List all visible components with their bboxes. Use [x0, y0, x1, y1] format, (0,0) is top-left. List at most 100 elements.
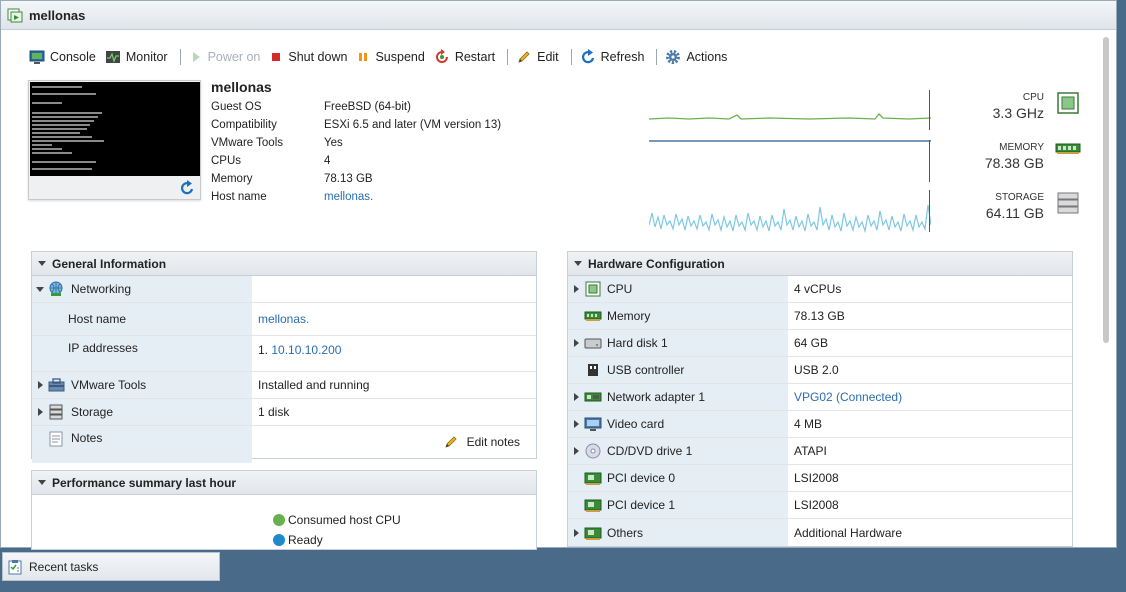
thumbnail-refresh-icon[interactable] [179, 180, 195, 196]
hw-row-video-card[interactable]: Video card 4 MB [568, 411, 1072, 438]
hw-row-cd-dvd-drive[interactable]: CD/DVD drive 1 ATAPI [568, 438, 1072, 465]
prop-vmware-tools: VMware Tools Yes [211, 137, 343, 149]
pause-icon [359, 53, 368, 61]
storage-sparkline [649, 204, 931, 233]
expand-icon[interactable] [37, 381, 43, 389]
pci-card-icon [584, 472, 602, 485]
notes-row: Notes Edit notes [32, 426, 536, 463]
hw-row-network-adapter[interactable]: Network adapter 1 VPG02 (Connected) [568, 384, 1072, 411]
network-adapter-icon [584, 392, 602, 402]
performance-summary-header[interactable]: Performance summary last hour [32, 471, 536, 495]
host-name-row: Host name mellonas. [32, 303, 536, 336]
scrollbar-thumb[interactable] [1103, 37, 1109, 343]
restart-icon [435, 49, 448, 63]
collapse-icon [38, 480, 46, 485]
pencil-icon [518, 51, 530, 63]
refresh-button[interactable]: Refresh [578, 45, 652, 69]
vm-name: mellonas [211, 79, 272, 95]
memory-module-icon [1055, 143, 1081, 154]
expand-icon[interactable] [573, 528, 579, 537]
legend-ready: Ready [273, 533, 323, 547]
network-globe-icon [49, 281, 63, 296]
storage-metric: STORAGE 64.11 GB [985, 192, 1044, 221]
power-on-button[interactable]: Power on [187, 45, 268, 69]
toolbox-icon [48, 378, 65, 392]
expand-icon[interactable] [573, 393, 579, 401]
cd-dvd-icon [585, 443, 601, 459]
prop-host-name: Host name mellonas. [211, 191, 374, 203]
hardware-configuration-header[interactable]: Hardware Configuration [568, 252, 1072, 276]
expand-icon[interactable] [573, 420, 579, 428]
memory-icon [584, 311, 602, 321]
vm-window: mellonas Console Monitor Power on Shut d… [0, 0, 1117, 550]
collapse-icon [38, 261, 46, 266]
cpu-sparkline [649, 113, 931, 120]
collapse-icon [574, 261, 582, 266]
ip-addresses-row: IP addresses 1. 10.10.10.200 [32, 336, 536, 372]
general-information-panel: General Information Networking Host name… [31, 251, 537, 463]
monitor-icon [105, 51, 120, 64]
restart-button[interactable]: Restart [432, 45, 502, 69]
hardware-configuration-panel: Hardware Configuration CPU 4 vCPUs Memor… [567, 251, 1073, 547]
networking-row[interactable]: Networking [32, 276, 536, 303]
scrollbar[interactable] [1102, 33, 1110, 545]
toolbar-separator [507, 49, 509, 65]
cpu-spark-axis [929, 90, 930, 130]
others-icon [584, 527, 602, 540]
expand-icon[interactable] [37, 408, 43, 416]
hw-row-cpu[interactable]: CPU 4 vCPUs [568, 276, 1072, 303]
toolbar-separator [570, 49, 572, 65]
hw-row-hard-disk[interactable]: Hard disk 1 64 GB [568, 330, 1072, 357]
prop-cpus: CPUs 4 [211, 155, 331, 167]
recent-tasks-tab[interactable]: Recent tasks [2, 552, 220, 581]
console-thumbnail[interactable] [28, 80, 201, 200]
performance-summary-panel: Performance summary last hour Consumed h… [31, 470, 537, 550]
expand-icon[interactable] [573, 447, 579, 455]
prop-compatibility: Compatibility ESXi 6.5 and later (VM ver… [211, 119, 502, 131]
console-screen[interactable] [30, 82, 200, 176]
memory-sparkline [649, 140, 931, 142]
expand-icon[interactable] [573, 339, 579, 347]
window-title: mellonas [29, 7, 86, 23]
prop-guest-os: Guest OS FreeBSD (64-bit) [211, 101, 411, 113]
vm-properties: Guest OS FreeBSD (64-bit) Compatibility … [211, 98, 501, 206]
pci-card-icon [584, 499, 602, 512]
vm-icon [7, 8, 23, 23]
expand-icon[interactable] [573, 285, 579, 293]
hw-row-others[interactable]: Others Additional Hardware [568, 519, 1072, 546]
legend-dot-green [273, 514, 285, 526]
ip-address-link[interactable]: 10.10.10.200 [271, 343, 341, 357]
suspend-button[interactable]: Suspend [354, 45, 431, 69]
hw-row-pci-device-1[interactable]: PCI device 1 LSI2008 [568, 492, 1072, 519]
memory-metric: MEMORY 78.38 GB [984, 142, 1044, 171]
tasks-clipboard-icon [8, 559, 22, 574]
gear-icon [666, 50, 681, 64]
edit-notes-button[interactable]: Edit notes [443, 434, 520, 450]
pencil-icon [444, 436, 457, 448]
legend-dot-blue [273, 534, 285, 546]
storage-icon [49, 404, 63, 420]
vmware-tools-row[interactable]: VMware Tools Installed and running [32, 372, 536, 399]
hw-row-pci-device-0[interactable]: PCI device 0 LSI2008 [568, 465, 1072, 492]
shut-down-button[interactable]: Shut down [267, 45, 354, 69]
toolbar-separator [179, 49, 181, 65]
network-adapter-link[interactable]: VPG02 (Connected) [794, 390, 902, 404]
title-bar: mellonas [1, 1, 1116, 30]
hw-row-memory[interactable]: Memory 78.13 GB [568, 303, 1072, 330]
hw-row-usb-controller[interactable]: USB controller USB 2.0 [568, 357, 1072, 384]
host-name-link[interactable]: mellonas. [324, 191, 373, 203]
legend-consumed-cpu: Consumed host CPU [273, 513, 401, 527]
expand-icon[interactable] [36, 286, 44, 292]
refresh-icon [581, 49, 594, 64]
console-button[interactable]: Console [27, 45, 103, 69]
storage-spark-axis [929, 190, 930, 232]
storage-disk-icon [1057, 192, 1079, 214]
general-information-header[interactable]: General Information [32, 252, 536, 276]
prop-memory: Memory 78.13 GB [211, 173, 373, 185]
actions-button[interactable]: Actions [663, 45, 734, 69]
monitor-button[interactable]: Monitor [103, 45, 175, 69]
general-host-name-link[interactable]: mellonas. [258, 312, 309, 326]
storage-row[interactable]: Storage 1 disk [32, 399, 536, 426]
edit-button[interactable]: Edit [514, 45, 566, 69]
console-icon [29, 50, 45, 64]
